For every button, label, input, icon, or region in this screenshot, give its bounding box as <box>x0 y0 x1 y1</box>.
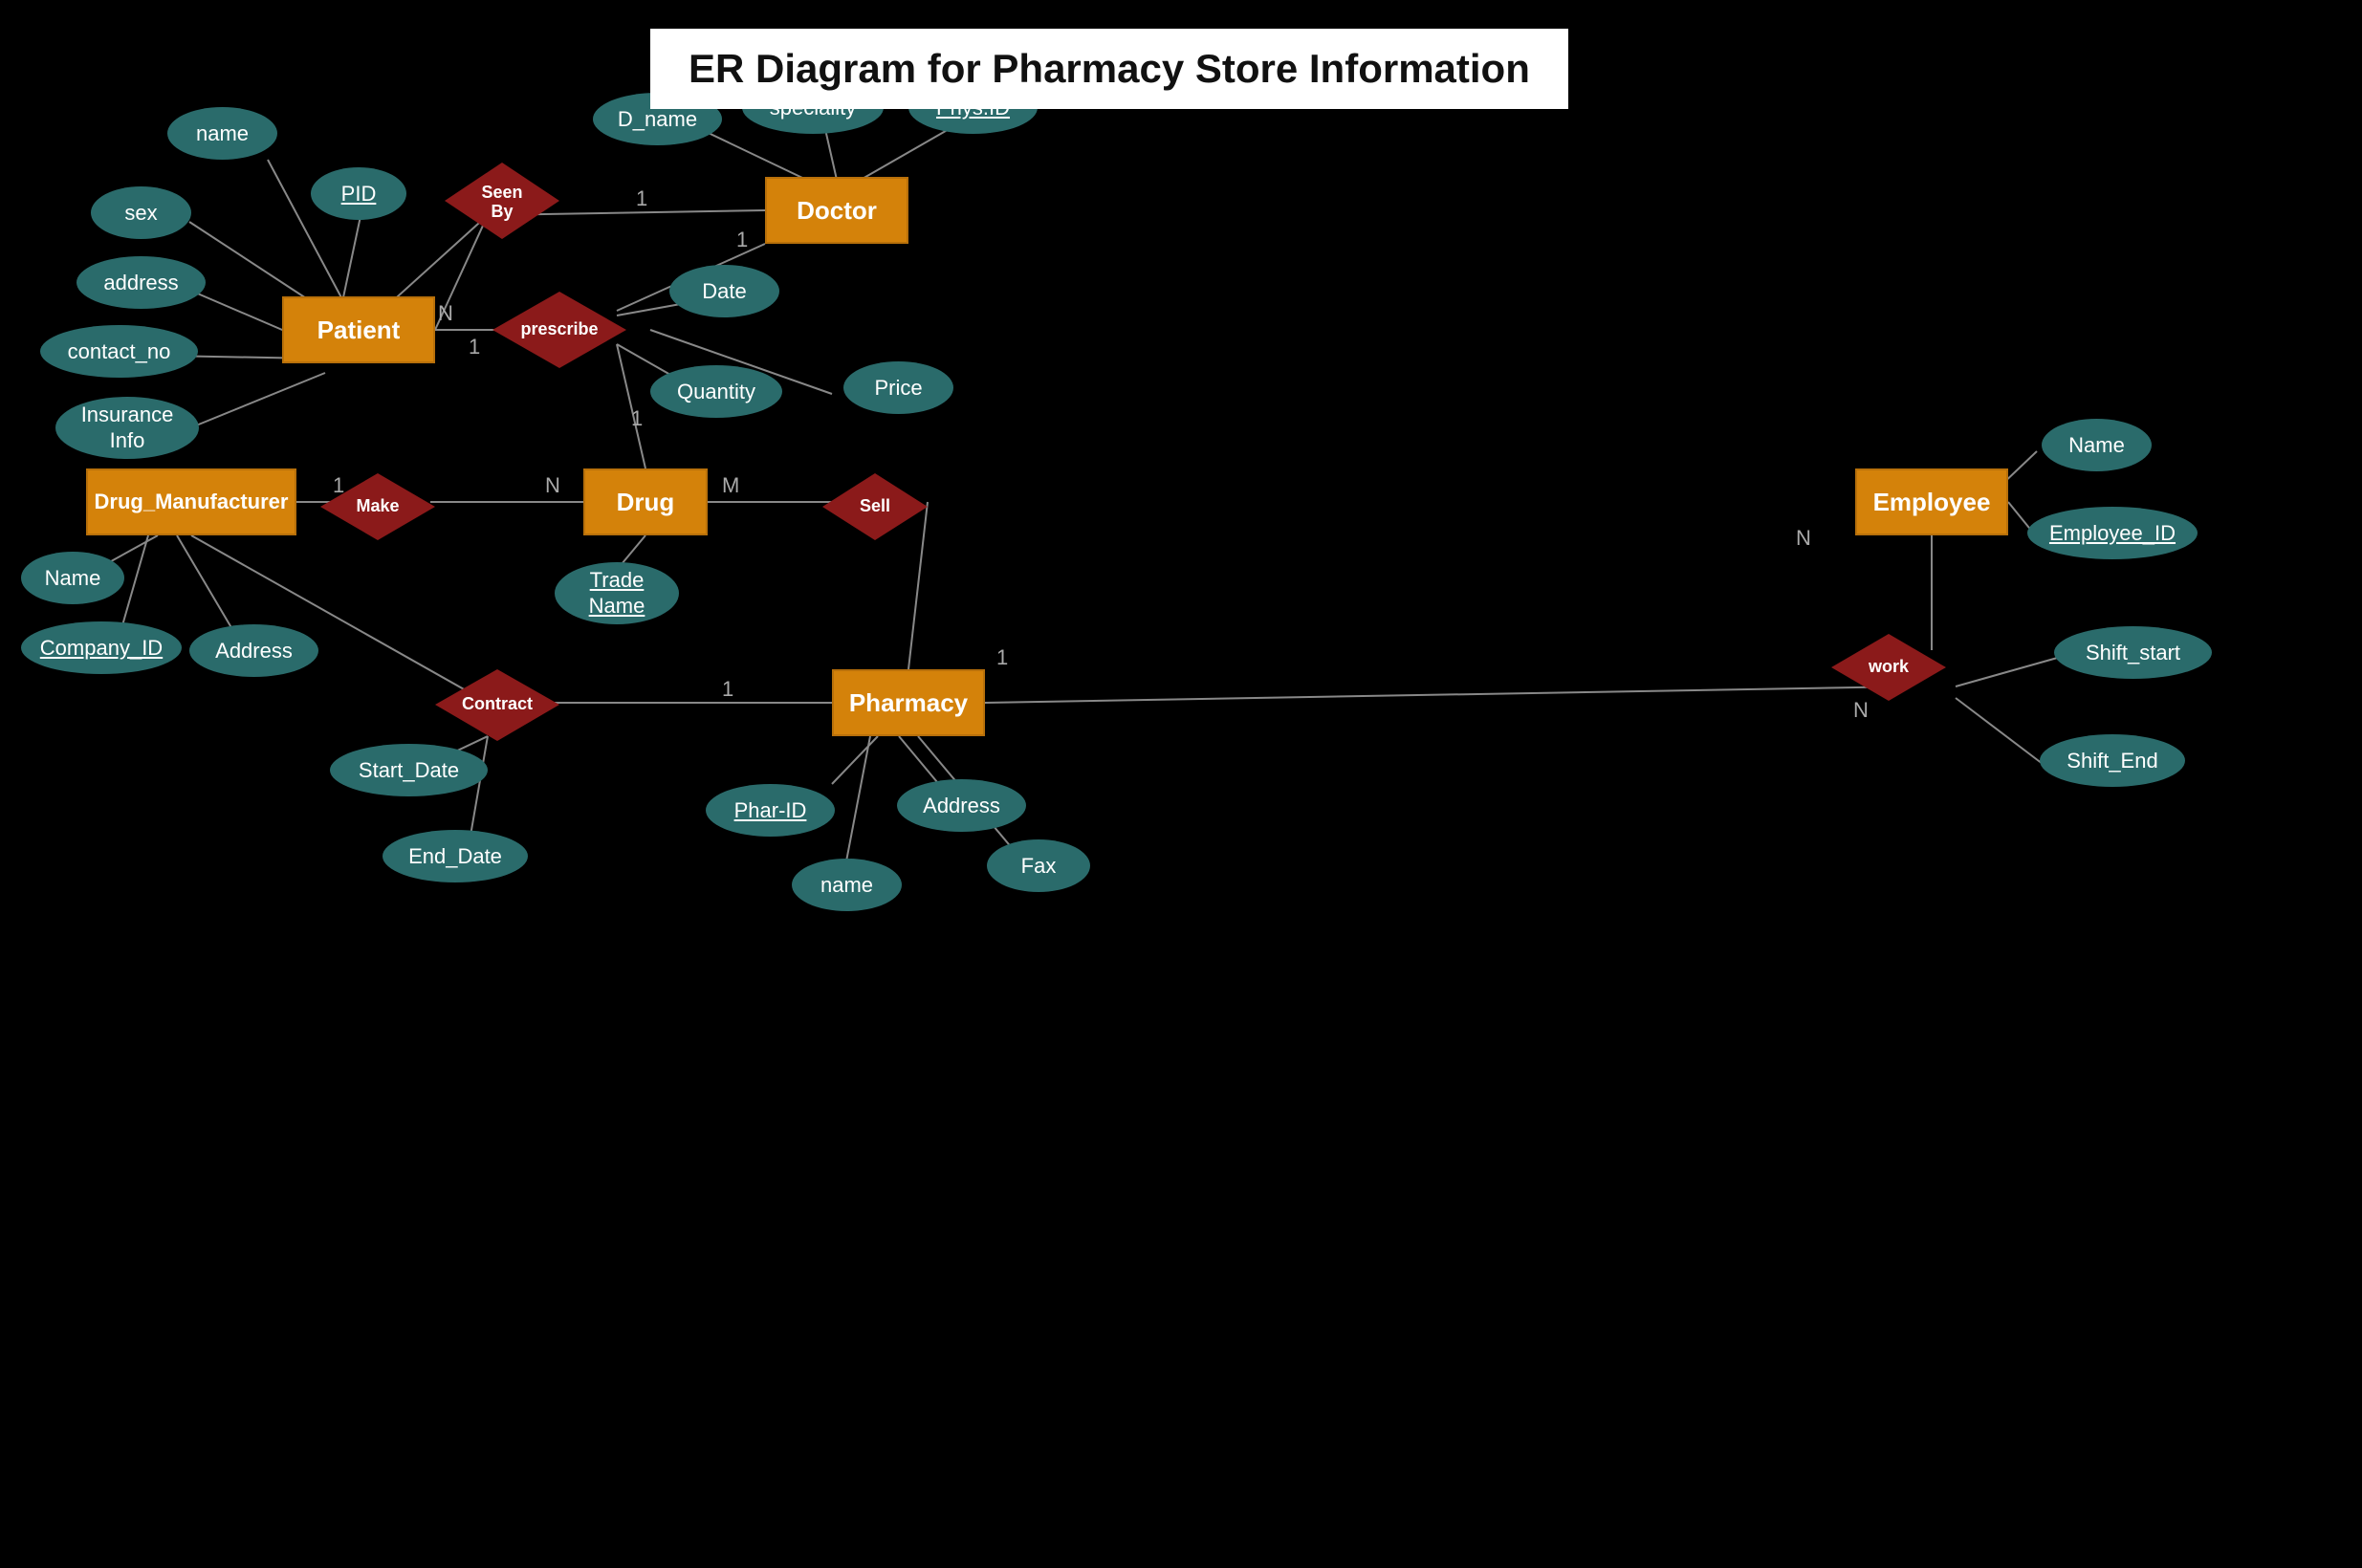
svg-text:1: 1 <box>631 406 643 430</box>
attr-prescribe-price: Price <box>843 361 953 414</box>
attr-drug-tradename: TradeName <box>555 562 679 624</box>
relationship-make: Make <box>316 468 440 545</box>
attr-pharmacy-address: Address <box>897 779 1026 832</box>
entity-drug-manufacturer: Drug_Manufacturer <box>86 468 296 535</box>
entity-patient: Patient <box>282 296 435 363</box>
svg-text:1: 1 <box>469 335 480 359</box>
attr-emp-id: Employee_ID <box>2027 507 2198 559</box>
diagram-title: ER Diagram for Pharmacy Store Informatio… <box>650 29 1568 109</box>
attr-pharmacy-fax: Fax <box>987 839 1090 892</box>
attr-patient-contact: contact_no <box>40 325 198 378</box>
svg-text:1: 1 <box>736 228 748 251</box>
attr-emp-name: Name <box>2042 419 2152 471</box>
relationship-sell: Sell <box>818 468 932 545</box>
relationship-prescribe: prescribe <box>488 287 631 373</box>
svg-text:work: work <box>1868 657 1910 676</box>
svg-text:Make: Make <box>356 496 399 515</box>
svg-text:1: 1 <box>636 186 647 210</box>
attr-work-shiftend: Shift_End <box>2040 734 2185 787</box>
svg-text:Seen: Seen <box>481 183 522 202</box>
attr-patient-sex: sex <box>91 186 191 239</box>
attr-patient-insurance: InsuranceInfo <box>55 397 199 459</box>
attr-prescribe-date: Date <box>669 265 779 317</box>
attr-dm-companyid: Company_ID <box>21 621 182 674</box>
svg-text:By: By <box>491 202 513 221</box>
entity-doctor: Doctor <box>765 177 908 244</box>
attr-prescribe-quantity: Quantity <box>650 365 782 418</box>
relationship-seen-by: Seen By <box>440 158 564 244</box>
svg-text:Contract: Contract <box>462 694 533 713</box>
attr-patient-address: address <box>77 256 206 309</box>
entity-employee: Employee <box>1855 468 2008 535</box>
svg-text:1: 1 <box>996 645 1008 669</box>
svg-text:1: 1 <box>722 677 733 701</box>
svg-text:N: N <box>438 301 453 325</box>
attr-contract-enddate: End_Date <box>383 830 528 882</box>
entity-pharmacy: Pharmacy <box>832 669 985 736</box>
attr-patient-pid: PID <box>311 167 406 220</box>
relationship-contract: Contract <box>430 664 564 746</box>
svg-text:M: M <box>722 473 739 497</box>
svg-text:Sell: Sell <box>860 496 890 515</box>
attr-pharmacy-name: name <box>792 859 902 911</box>
relationship-work: work <box>1826 629 1951 706</box>
attr-patient-name: name <box>167 107 277 160</box>
attr-pharmacy-pharid: Phar-ID <box>706 784 835 837</box>
attr-dm-name: Name <box>21 552 124 604</box>
svg-text:N: N <box>545 473 560 497</box>
attr-contract-startdate: Start_Date <box>330 744 488 796</box>
attr-work-shiftstart: Shift_start <box>2054 626 2212 679</box>
svg-text:N: N <box>1796 526 1811 550</box>
svg-text:prescribe: prescribe <box>520 319 598 338</box>
attr-dm-address: Address <box>189 624 318 677</box>
entity-drug: Drug <box>583 468 708 535</box>
